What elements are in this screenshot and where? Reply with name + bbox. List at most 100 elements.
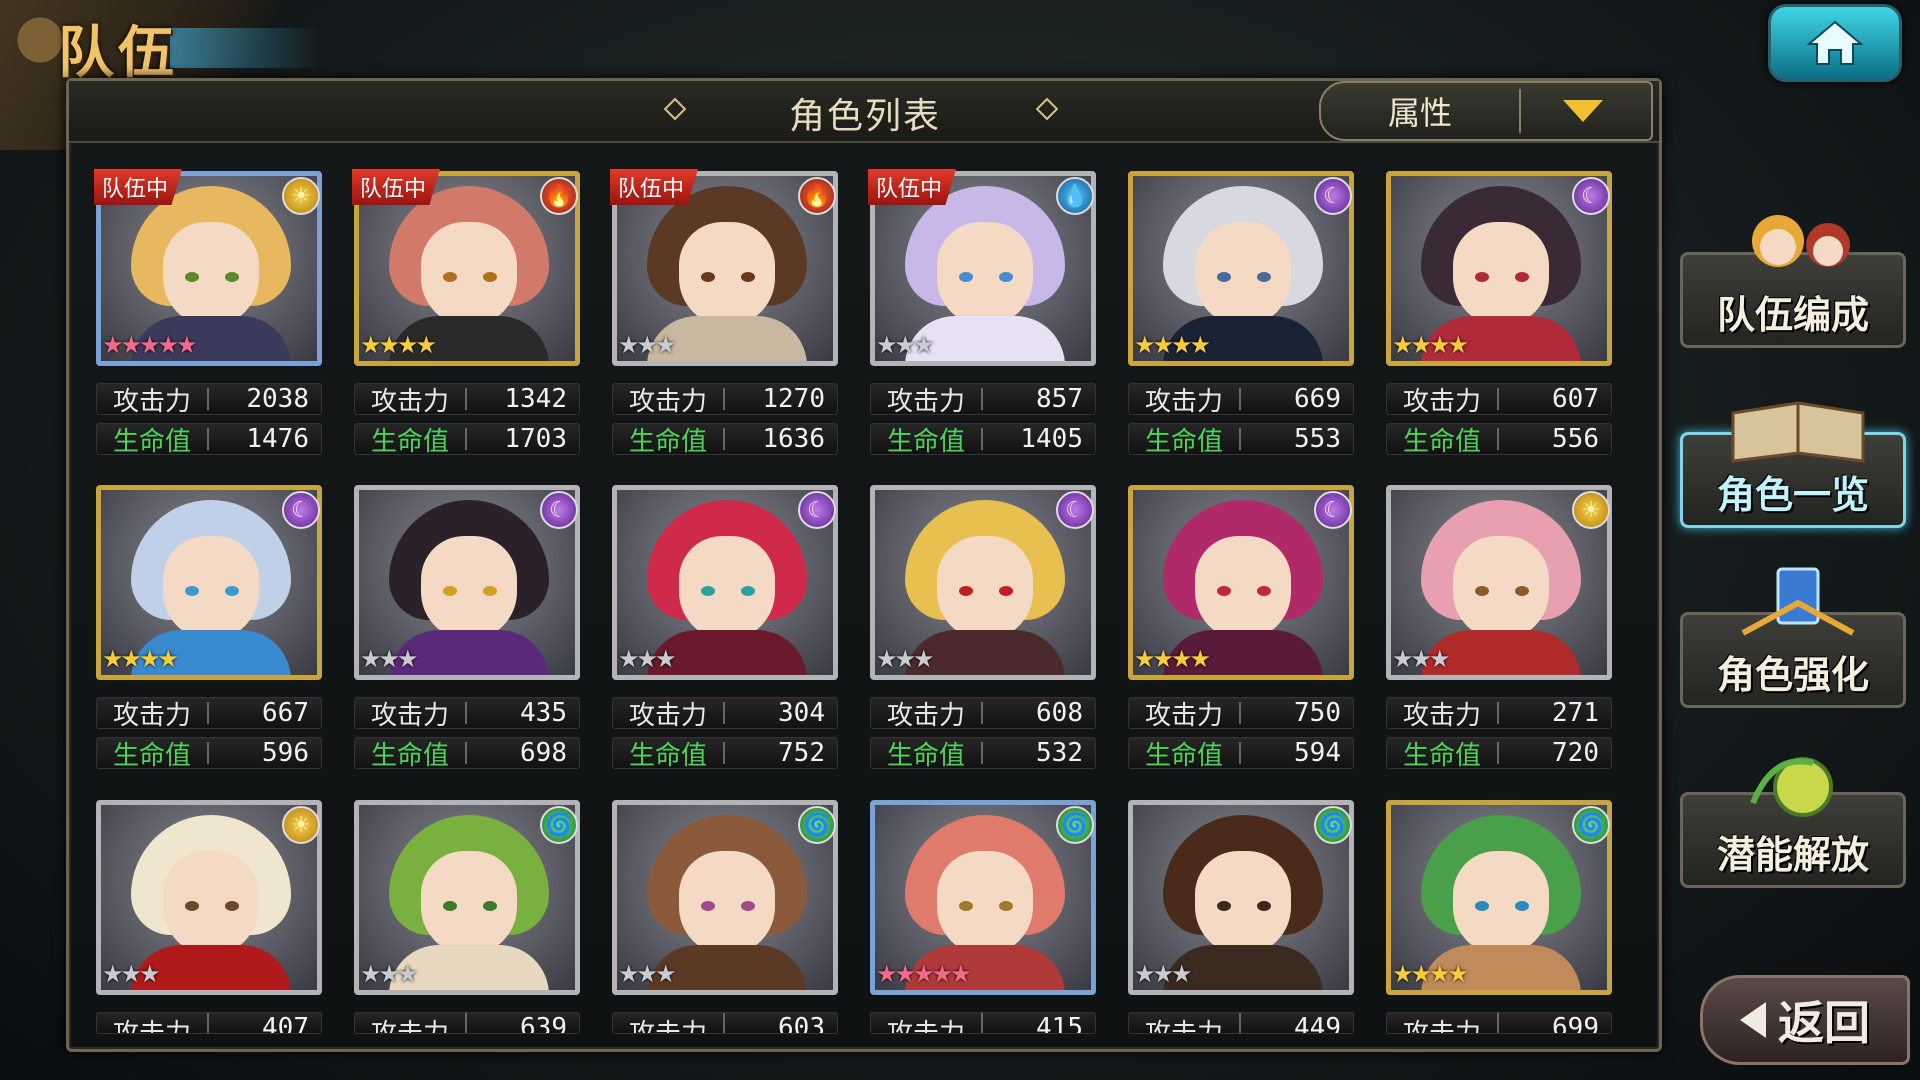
hp-label: 生命值 <box>886 740 965 771</box>
hp-stat-row: 生命值 752 <box>612 737 838 771</box>
attack-value: 1270 <box>762 384 825 414</box>
attack-value: 271 <box>1552 698 1599 728</box>
hp-label: 生命值 <box>112 426 191 457</box>
attack-stat-row: 攻击力 304 <box>612 697 838 731</box>
potential-unlock-button[interactable]: 潜能解放 <box>1680 757 1906 888</box>
attack-stat-row: 攻击力 435 <box>354 697 580 731</box>
enhance-button[interactable]: 角色强化 <box>1680 567 1906 708</box>
attribute-filter-dropdown[interactable]: 属性 <box>1319 81 1653 141</box>
wind-element-icon: 🌀 <box>1314 806 1352 844</box>
attack-label: 攻击力 <box>1402 700 1481 731</box>
attack-label: 攻击力 <box>370 1019 449 1034</box>
back-button[interactable]: 返回 <box>1700 975 1910 1065</box>
attack-label: 攻击力 <box>1144 700 1223 731</box>
hp-label: 生命值 <box>1144 426 1223 457</box>
in-team-badge: 队伍中 <box>94 169 183 205</box>
diamond-ornament-left <box>663 97 687 121</box>
attack-stat-row: 攻击力 608 <box>870 697 1096 731</box>
team-characters-icon <box>1752 215 1850 267</box>
enhance-card-icon <box>1741 567 1855 636</box>
character-list-label: 角色一览 <box>1716 473 1869 517</box>
in-team-badge: 队伍中 <box>868 169 957 205</box>
attack-value: 699 <box>1552 1013 1599 1034</box>
hp-stat-row: 生命值 1703 <box>354 423 580 457</box>
attack-label: 攻击力 <box>370 386 449 417</box>
back-label: 返回 <box>1778 996 1870 1050</box>
wind-element-icon: 🌀 <box>1572 806 1610 844</box>
attack-stat-row: 攻击力 667 <box>96 697 322 731</box>
attack-value: 603 <box>778 1013 825 1034</box>
attack-value: 2038 <box>246 384 309 414</box>
sun-element-icon: ☀ <box>282 177 320 215</box>
book-icon <box>1731 401 1865 463</box>
hp-value: 596 <box>262 738 309 768</box>
attack-stat-row: 攻击力 2038 <box>96 383 322 417</box>
attack-value: 639 <box>520 1013 567 1034</box>
back-arrow-icon <box>1740 1002 1766 1038</box>
hp-stat-row: 生命值 1636 <box>612 423 838 457</box>
attack-stat-row: 攻击力 639 <box>354 1012 580 1034</box>
attack-value: 608 <box>1036 698 1083 728</box>
filter-label: 属性 <box>1387 94 1452 132</box>
wind-element-icon: 🌀 <box>1056 806 1094 844</box>
attack-stat-row: 攻击力 750 <box>1128 697 1354 731</box>
hp-value: 720 <box>1552 738 1599 768</box>
attack-label: 攻击力 <box>1144 1019 1223 1034</box>
attack-value: 607 <box>1552 384 1599 414</box>
attack-stat-row: 攻击力 271 <box>1386 697 1612 731</box>
attack-stat-row: 攻击力 449 <box>1128 1012 1354 1034</box>
attack-value: 435 <box>520 698 567 728</box>
moon-element-icon: ☾ <box>1314 491 1352 529</box>
hp-value: 1405 <box>1020 424 1083 454</box>
attack-label: 攻击力 <box>112 1019 191 1034</box>
hp-label: 生命值 <box>628 740 707 771</box>
chevron-down-icon[interactable] <box>1563 100 1603 122</box>
character-list-button[interactable]: 角色一览 <box>1680 401 1906 528</box>
attack-stat-row: 攻击力 603 <box>612 1012 838 1034</box>
hp-stat-row: 生命值 532 <box>870 737 1096 771</box>
team-build-button[interactable]: 队伍编成 <box>1680 215 1906 348</box>
hp-label: 生命值 <box>886 426 965 457</box>
hp-label: 生命值 <box>1402 740 1481 771</box>
attack-label: 攻击力 <box>628 700 707 731</box>
hp-stat-row: 生命值 698 <box>354 737 580 771</box>
attack-label: 攻击力 <box>112 700 191 731</box>
home-button[interactable] <box>1768 4 1902 82</box>
hp-label: 生命值 <box>112 740 191 771</box>
moon-element-icon: ☾ <box>1314 177 1352 215</box>
hp-label: 生命值 <box>370 740 449 771</box>
hp-value: 1703 <box>504 424 567 454</box>
attack-label: 攻击力 <box>628 1019 707 1034</box>
sun-element-icon: ☀ <box>282 806 320 844</box>
attack-stat-row: 攻击力 407 <box>96 1012 322 1034</box>
attack-label: 攻击力 <box>628 386 707 417</box>
attack-label: 攻击力 <box>886 386 965 417</box>
hp-value: 752 <box>778 738 825 768</box>
attack-stat-row: 攻击力 669 <box>1128 383 1354 417</box>
water-element-icon: 💧 <box>1056 177 1094 215</box>
moon-element-icon: ☾ <box>540 491 578 529</box>
panel-header: 角色列表 属性 <box>69 81 1659 143</box>
attack-value: 667 <box>262 698 309 728</box>
team-build-label: 队伍编成 <box>1716 293 1869 337</box>
fire-element-icon: 🔥 <box>540 177 578 215</box>
hp-stat-row: 生命值 596 <box>96 737 322 771</box>
in-team-badge: 队伍中 <box>352 169 441 205</box>
potential-orb-icon <box>1750 757 1833 817</box>
hp-stat-row: 生命值 720 <box>1386 737 1612 771</box>
attack-label: 攻击力 <box>886 1019 965 1034</box>
hp-label: 生命值 <box>1144 740 1223 771</box>
in-team-badge: 队伍中 <box>610 169 699 205</box>
hp-value: 532 <box>1036 738 1083 768</box>
attack-stat-row: 攻击力 415 <box>870 1012 1096 1034</box>
wind-element-icon: 🌀 <box>798 806 836 844</box>
potential-unlock-label: 潜能解放 <box>1716 833 1869 877</box>
attack-label: 攻击力 <box>1144 386 1223 417</box>
attack-stat-row: 攻击力 1342 <box>354 383 580 417</box>
character-list-panel: 角色列表 属性 队伍中☀★★★★★攻击力2038生命值1476队伍中🔥★★★★攻… <box>66 78 1662 1052</box>
attack-stat-row: 攻击力 699 <box>1386 1012 1612 1034</box>
moon-element-icon: ☾ <box>1056 491 1094 529</box>
hp-value: 594 <box>1294 738 1341 768</box>
hp-value: 698 <box>520 738 567 768</box>
panel-title: 角色列表 <box>789 96 942 137</box>
